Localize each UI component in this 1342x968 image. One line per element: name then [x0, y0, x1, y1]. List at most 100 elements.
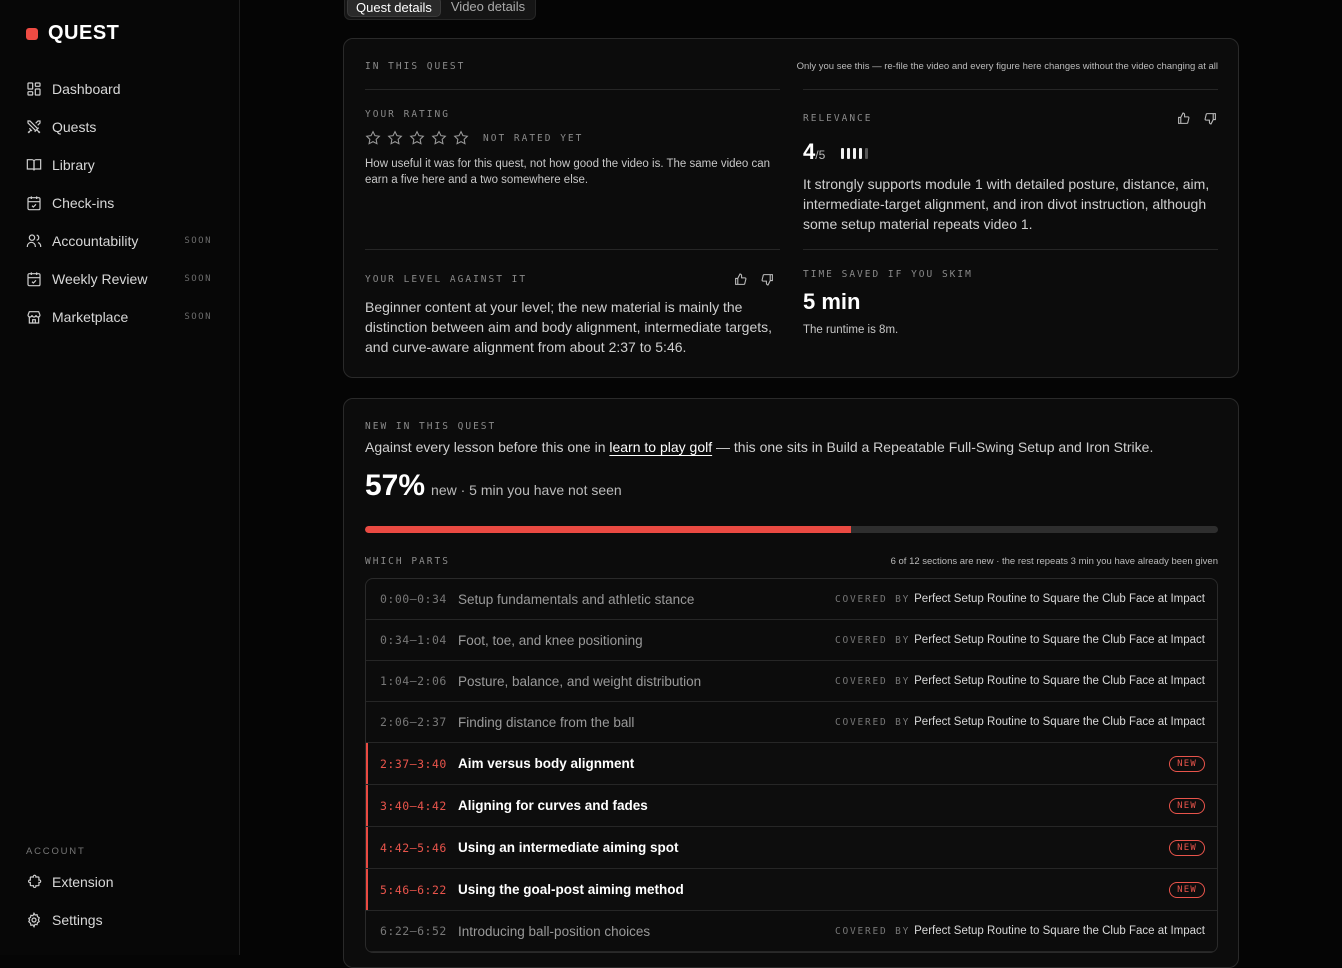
- new-badge: NEW: [1169, 755, 1205, 772]
- which-parts-label: WHICH PARTS: [365, 556, 450, 567]
- relevance-pip: [853, 148, 857, 159]
- section-time: 0:34–1:04: [380, 633, 447, 647]
- soon-badge: SOON: [184, 274, 212, 284]
- covered-by: COVERED BY Perfect Setup Routine to Squar…: [835, 675, 1205, 687]
- nav-item-extension[interactable]: Extension: [0, 863, 240, 901]
- in-this-quest-card: IN THIS QUEST Only you see this — re-fil…: [343, 38, 1239, 378]
- thumbs-up-icon[interactable]: [734, 273, 747, 286]
- sections-table: 0:00–0:34 Setup fundamentals and athletic…: [365, 578, 1218, 953]
- calendar-check-icon: [26, 195, 42, 211]
- privacy-note: Only you see this — re-file the video an…: [796, 61, 1218, 72]
- store-icon: [26, 309, 42, 325]
- star-icon[interactable]: [365, 130, 381, 146]
- puzzle-icon: [26, 874, 42, 890]
- thumbs-down-icon[interactable]: [761, 273, 774, 286]
- section-row[interactable]: 0:00–0:34 Setup fundamentals and athletic…: [366, 579, 1217, 620]
- thumbs-up-icon[interactable]: [1177, 112, 1190, 125]
- section-row[interactable]: 2:06–2:37 Finding distance from the ball C…: [366, 702, 1217, 743]
- section-row[interactable]: 0:34–1:04 Foot, toe, and knee positioning…: [366, 620, 1217, 661]
- brand-logo[interactable]: QUEST: [26, 22, 119, 45]
- section-row[interactable]: 1:04–2:06 Posture, balance, and weight di…: [366, 661, 1217, 702]
- section-time: 3:40–4:42: [380, 798, 447, 813]
- divider: [365, 89, 780, 90]
- star-icon[interactable]: [409, 130, 425, 146]
- new-percent: 57% new · 5 min you have not seen: [365, 469, 622, 503]
- covered-by-label: COVERED BY: [834, 594, 911, 605]
- covered-by-label: COVERED BY: [834, 676, 911, 687]
- section-time: 5:46–6:22: [380, 882, 447, 897]
- time-saved-value: 5 min: [803, 289, 861, 314]
- nav-item-label: Library: [52, 157, 95, 173]
- section-row[interactable]: 4:42–5:46 Using an intermediate aiming sp…: [366, 827, 1217, 869]
- nav-item-library[interactable]: Library: [0, 146, 240, 184]
- star-icon[interactable]: [431, 130, 447, 146]
- nav-item-quests[interactable]: Quests: [0, 108, 240, 146]
- section-time: 0:00–0:34: [380, 592, 447, 606]
- nav-item-label: Extension: [52, 874, 114, 890]
- relevance-score-max: /5: [815, 148, 826, 162]
- rating-description: How useful it was for this quest, not ho…: [365, 158, 771, 186]
- your-rating-label: YOUR RATING: [365, 109, 450, 120]
- nav-item-label: Weekly Review: [52, 271, 148, 287]
- rating-stars: NOT RATED YET: [365, 130, 583, 146]
- section-title: Finding distance from the ball: [458, 714, 635, 730]
- covered-by: COVERED BY Perfect Setup Routine to Squar…: [835, 593, 1205, 605]
- section-time: 2:06–2:37: [380, 715, 447, 729]
- brand-name: QUEST: [48, 22, 120, 44]
- new-progress-fill: [365, 526, 852, 533]
- relevance-feedback: [1177, 112, 1217, 125]
- rating-status: NOT RATED YET: [483, 132, 584, 144]
- section-row[interactable]: 5:46–6:22 Using the goal-post aiming meth…: [366, 869, 1217, 911]
- level-feedback: [734, 273, 774, 286]
- star-icon[interactable]: [453, 130, 469, 146]
- star-icon[interactable]: [387, 130, 403, 146]
- swords-icon: [26, 119, 42, 135]
- soon-badge: SOON: [184, 236, 212, 246]
- relevance-score: 4 /5: [803, 139, 869, 165]
- detail-tabs: Quest details Video details: [344, 0, 537, 20]
- soon-badge: SOON: [184, 312, 212, 322]
- covered-by-title: Perfect Setup Routine to Square the Club…: [914, 593, 1205, 605]
- section-row[interactable]: 2:37–3:40 Aim versus body alignment NEW: [366, 743, 1217, 785]
- relevance-label: RELEVANCE: [803, 113, 873, 124]
- nav-item-dashboard[interactable]: Dashboard: [0, 70, 240, 108]
- new-progress-bar: [365, 526, 1218, 533]
- quest-link[interactable]: learn to play golf: [609, 439, 712, 455]
- nav-item-marketplace[interactable]: Marketplace SOON: [0, 298, 240, 336]
- time-saved-label: TIME SAVED IF YOU SKIM: [803, 269, 973, 280]
- nav-item-weekly-review[interactable]: Weekly Review SOON: [0, 260, 240, 298]
- covered-by: COVERED BY Perfect Setup Routine to Squar…: [835, 634, 1205, 646]
- book-icon: [26, 157, 42, 173]
- gear-icon: [26, 912, 42, 928]
- divider: [803, 89, 1218, 90]
- thumbs-down-icon[interactable]: [1204, 112, 1217, 125]
- nav-item-settings[interactable]: Settings: [0, 901, 240, 939]
- dashboard-icon: [26, 81, 42, 97]
- relevance-pips: [841, 148, 869, 159]
- divider: [365, 249, 780, 250]
- nav-item-label: Accountability: [52, 233, 139, 249]
- users-icon: [26, 233, 42, 249]
- nav-item-accountability[interactable]: Accountability SOON: [0, 222, 240, 260]
- relevance-score-value: 4: [803, 139, 816, 164]
- sidebar: QUEST Dashboard Quests Library Check-ins Acc…: [0, 0, 240, 955]
- tab-quest-details[interactable]: Quest details: [347, 0, 441, 17]
- new-badge: NEW: [1169, 797, 1205, 814]
- section-title: Using an intermediate aiming spot: [458, 840, 679, 855]
- section-title: Introducing ball-position choices: [458, 923, 651, 939]
- relevance-pip: [865, 148, 869, 159]
- section-row[interactable]: 6:22–6:52 Introducing ball-position choic…: [366, 911, 1217, 952]
- nav-item-check-ins[interactable]: Check-ins: [0, 184, 240, 222]
- covered-by-label: COVERED BY: [834, 717, 911, 728]
- covered-by: COVERED BY Perfect Setup Routine to Squar…: [835, 925, 1205, 937]
- tab-video-details[interactable]: Video details: [443, 0, 533, 17]
- section-title: Posture, balance, and weight distributio…: [458, 673, 702, 689]
- account-nav: Extension Settings: [0, 863, 240, 939]
- new-percent-sub: new · 5 min you have not seen: [431, 482, 622, 498]
- level-label: YOUR LEVEL AGAINST IT: [365, 274, 528, 285]
- relevance-pip: [841, 148, 845, 159]
- section-row[interactable]: 3:40–4:42 Aligning for curves and fades NE…: [366, 785, 1217, 827]
- level-description: Beginner content at your level; the new …: [365, 299, 773, 355]
- in-this-quest-label: IN THIS QUEST: [365, 61, 466, 72]
- relevance-pip: [859, 148, 863, 159]
